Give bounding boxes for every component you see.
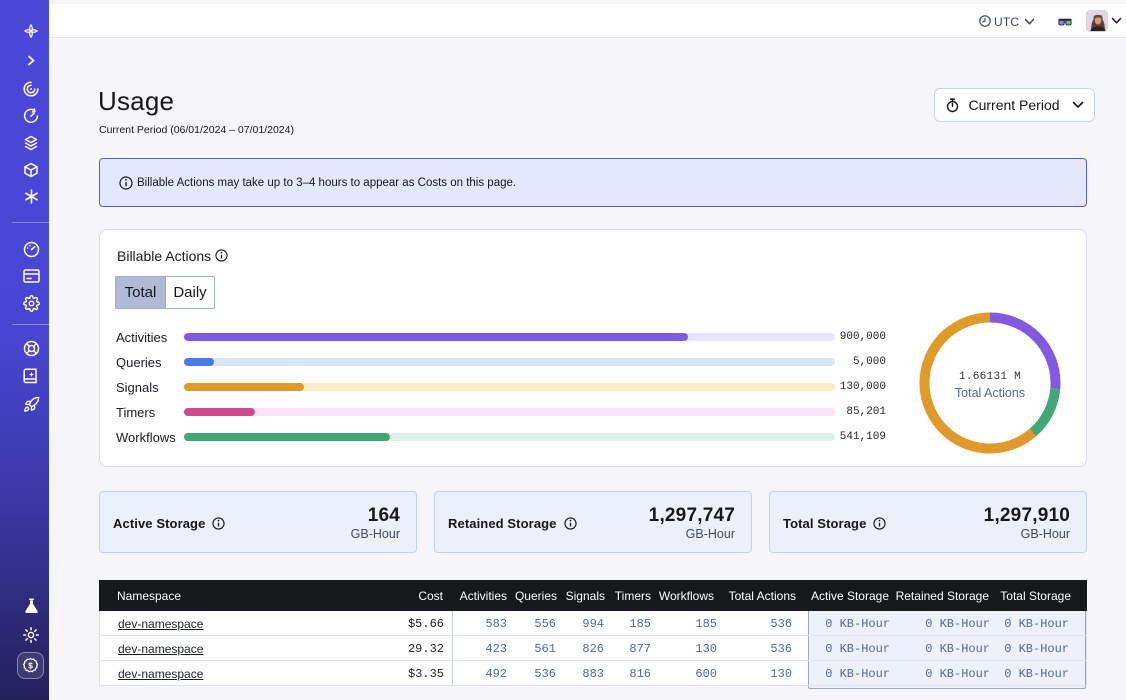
svg-text:$: $ bbox=[28, 661, 33, 671]
